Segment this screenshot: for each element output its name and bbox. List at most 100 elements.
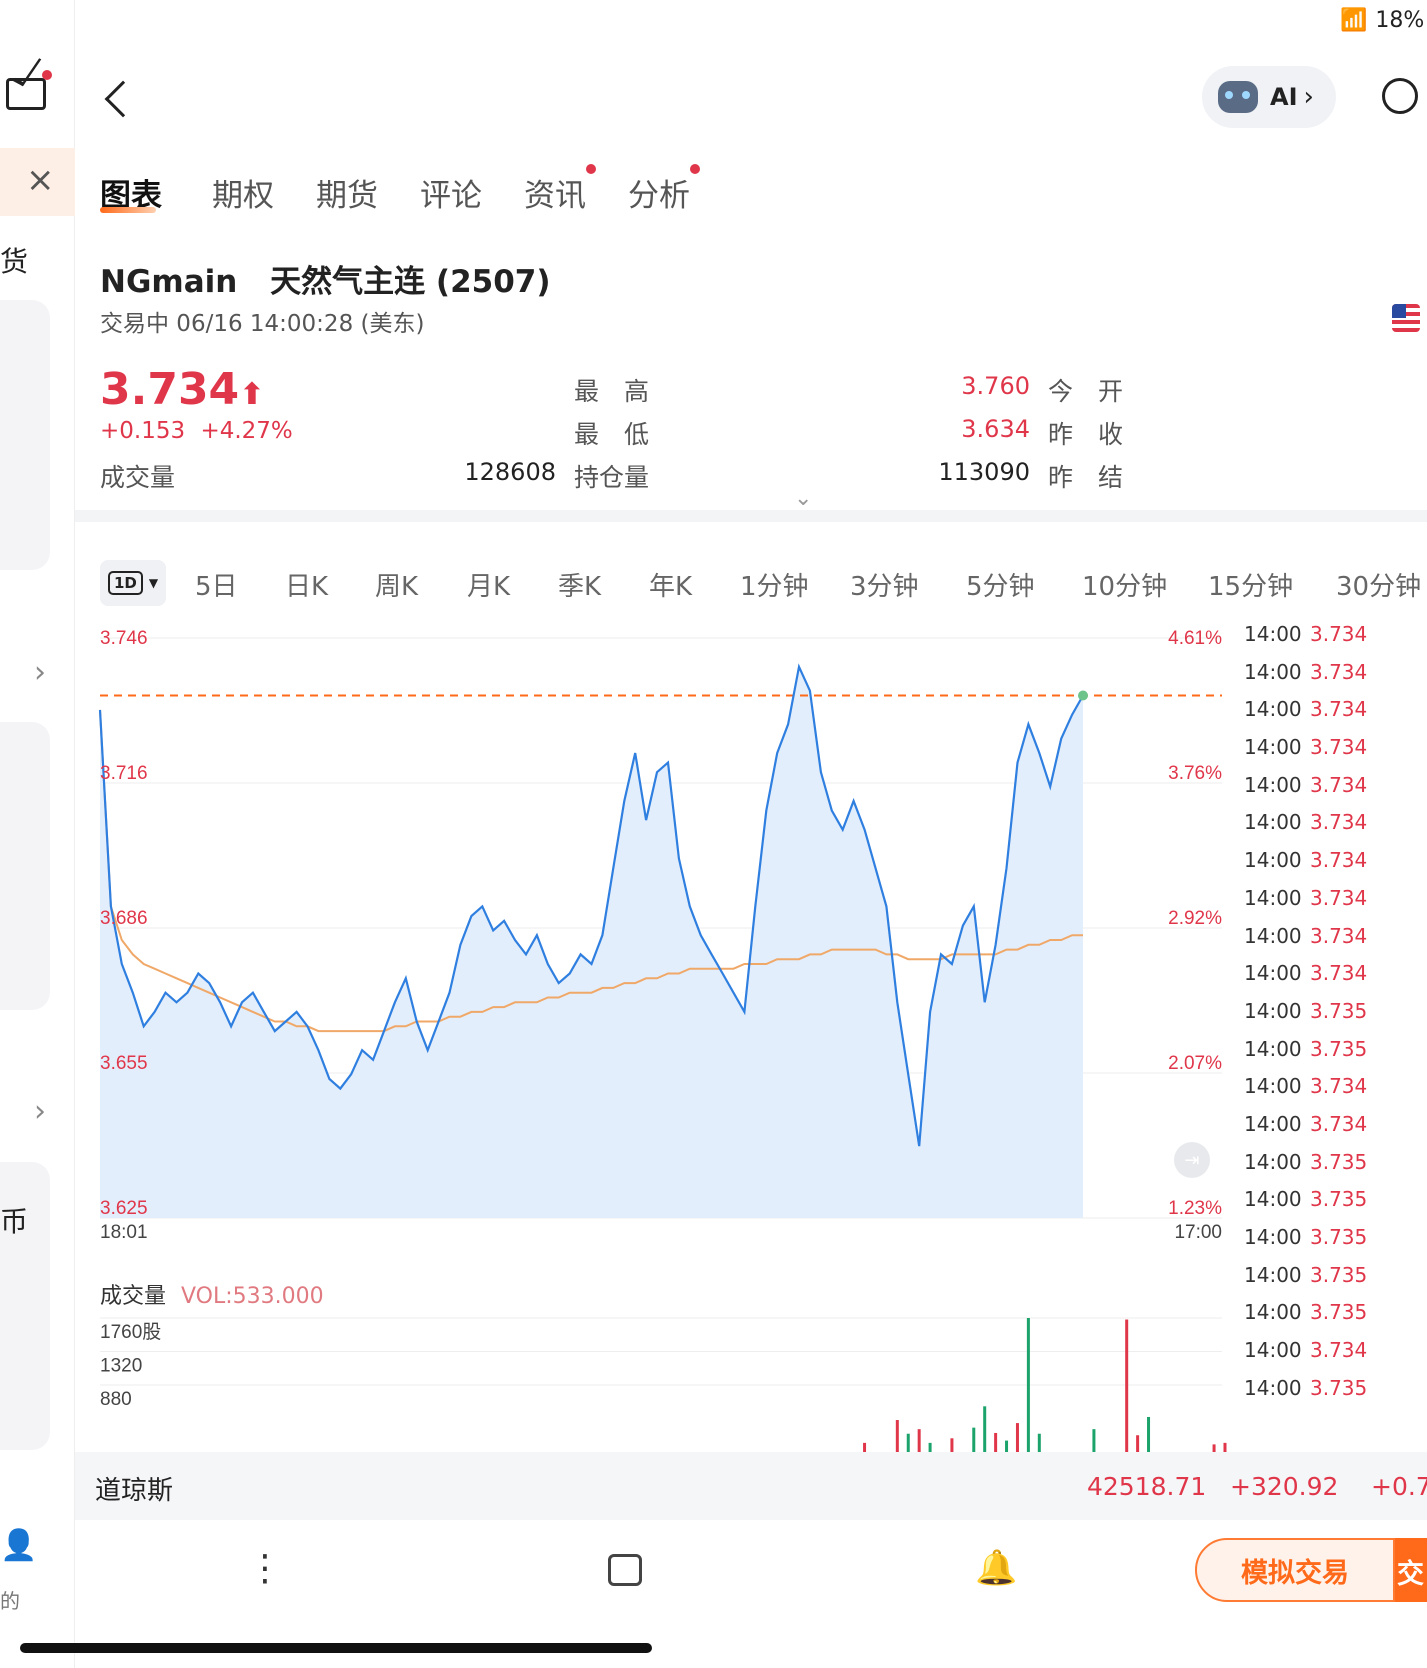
time-sales-price: 3.735 xyxy=(1310,1262,1368,1287)
period-quarter[interactable]: 季K xyxy=(558,566,601,603)
y-tick-left: 3.686 xyxy=(100,908,148,929)
jump-latest-button[interactable]: ⇥ xyxy=(1174,1142,1210,1178)
tab-comments[interactable]: 评论 xyxy=(420,170,482,215)
back-icon[interactable] xyxy=(104,80,142,118)
low-value: 3.634 xyxy=(961,415,1030,443)
volume-panel-vol: VOL:533.000 xyxy=(181,1284,324,1309)
trade-button[interactable]: 交 xyxy=(1395,1538,1427,1602)
time-sales-price: 3.734 xyxy=(1310,735,1368,760)
time-sales-time: 14:00 xyxy=(1244,1225,1302,1249)
period-week[interactable]: 周K xyxy=(375,566,418,603)
time-sales-time: 14:00 xyxy=(1244,923,1302,948)
time-sales-time: 14:00 xyxy=(1244,1338,1302,1363)
time-sales-price: 3.734 xyxy=(1310,923,1368,948)
volume-chart[interactable]: 1760股 1320 880 xyxy=(0,1310,1240,1452)
tab-options[interactable]: 期权 xyxy=(212,170,274,215)
time-sales-time: 14:00 xyxy=(1244,1149,1302,1174)
time-sales-row: 14:00 3.734 xyxy=(1244,773,1424,811)
time-sales-row: 14:00 3.735 xyxy=(1244,999,1424,1037)
analysis-dot xyxy=(690,164,700,174)
period-selector[interactable]: 1D ▼ xyxy=(100,560,166,606)
time-sales-row: 14:00 3.735 xyxy=(1244,1376,1424,1414)
time-sales-time: 14:00 xyxy=(1244,622,1302,646)
bell-icon[interactable]: 🔔 xyxy=(975,1548,1017,1588)
tab-news[interactable]: 资讯 xyxy=(524,170,586,215)
oi-label: 持仓量 xyxy=(574,463,650,492)
paper-trade-button[interactable]: 模拟交易 xyxy=(1195,1538,1395,1602)
y-tick-right: 2.07% xyxy=(1168,1053,1222,1074)
time-sales-list[interactable]: 14:00 3.734 14:00 3.734 14:00 3.734 14:00 3.734… xyxy=(1244,622,1424,1452)
volume-bar xyxy=(1092,1429,1096,1452)
time-sales-time: 14:00 xyxy=(1244,998,1302,1023)
mail-icon[interactable] xyxy=(6,54,46,110)
index-change: +320.92 xyxy=(1230,1472,1339,1501)
time-sales-time: 14:00 xyxy=(1244,1187,1302,1212)
time-sales-row: 14:00 3.734 xyxy=(1244,848,1424,886)
ai-button[interactable]: AI › xyxy=(1202,66,1336,128)
time-sales-row: 14:00 3.735 xyxy=(1244,1150,1424,1188)
period-10min[interactable]: 10分钟 xyxy=(1082,566,1167,603)
time-sales-row: 14:00 3.735 xyxy=(1244,1225,1424,1263)
expand-chevron-icon[interactable]: ⌄ xyxy=(794,486,812,511)
volume-bar xyxy=(863,1442,867,1452)
volume-panel-header: 成交量 VOL:533.000 xyxy=(100,1278,324,1310)
time-sales-price: 3.734 xyxy=(1310,961,1368,986)
close-panel[interactable]: × xyxy=(0,148,75,216)
y-tick-left: 3.655 xyxy=(100,1053,148,1074)
period-30min[interactable]: 30分钟 xyxy=(1336,566,1421,603)
volume-tick: 880 xyxy=(100,1389,132,1410)
time-sales-price: 3.734 xyxy=(1310,810,1368,835)
price-change: +0.153 +4.27% xyxy=(100,418,293,444)
period-month[interactable]: 月K xyxy=(467,566,510,603)
index-ticker-bar[interactable]: 道琼斯 42518.71 +320.92 +0.7 xyxy=(75,1452,1427,1520)
share-icon[interactable] xyxy=(608,1554,642,1586)
time-sales-time: 14:00 xyxy=(1244,1300,1302,1325)
time-sales-row: 14:00 3.735 xyxy=(1244,1037,1424,1075)
time-sales-price: 3.734 xyxy=(1310,772,1368,797)
high-label: 最 高 xyxy=(574,377,650,406)
time-sales-row: 14:00 3.734 xyxy=(1244,622,1424,660)
volume-value: 128608 xyxy=(464,458,556,486)
time-sales-price: 3.735 xyxy=(1310,1149,1368,1174)
change-value: +0.153 xyxy=(100,418,186,444)
us-flag-icon xyxy=(1392,304,1420,332)
volume-bar xyxy=(1223,1442,1227,1452)
volume-bar xyxy=(1136,1435,1140,1452)
time-sales-row: 14:00 3.735 xyxy=(1244,1187,1424,1225)
price-value: 3.734 xyxy=(100,364,240,415)
period-15min[interactable]: 15分钟 xyxy=(1208,566,1293,603)
period-day[interactable]: 日K xyxy=(285,566,328,603)
search-icon[interactable] xyxy=(1382,78,1418,114)
time-sales-row: 14:00 3.734 xyxy=(1244,810,1424,848)
x-tick: 18:01 xyxy=(100,1222,148,1240)
price-chart[interactable]: 3.746 3.716 3.686 3.655 3.625 4.61% 3.76% 2.92%… xyxy=(0,620,1240,1240)
trade-label: 交 xyxy=(1397,1559,1424,1590)
time-sales-price: 3.735 xyxy=(1310,1187,1368,1212)
volume-bar xyxy=(1212,1444,1216,1452)
time-sales-row: 14:00 3.734 xyxy=(1244,1112,1424,1150)
time-sales-price: 3.734 xyxy=(1310,659,1368,684)
rail-card-1[interactable] xyxy=(0,300,50,570)
volume-bar xyxy=(994,1432,998,1452)
more-icon[interactable]: ⋮ xyxy=(247,1548,283,1589)
period-year[interactable]: 年K xyxy=(649,566,692,603)
period-1min[interactable]: 1分钟 xyxy=(740,566,809,603)
close-icon[interactable]: × xyxy=(26,160,55,200)
period-5d[interactable]: 5日 xyxy=(195,566,238,603)
time-sales-price: 3.734 xyxy=(1310,697,1368,722)
period-3min[interactable]: 3分钟 xyxy=(850,566,919,603)
tab-futures[interactable]: 期货 xyxy=(316,170,378,215)
instrument-name: 天然气主连 (2507) xyxy=(270,264,551,300)
back-button[interactable] xyxy=(100,78,142,118)
volume-bar xyxy=(906,1433,910,1452)
volume-bar xyxy=(895,1420,899,1452)
period-5min[interactable]: 5分钟 xyxy=(966,566,1035,603)
volume-bar xyxy=(1005,1440,1009,1452)
volume-bar xyxy=(928,1442,932,1452)
volume-bar xyxy=(1015,1423,1019,1452)
tab-analysis[interactable]: 分析 xyxy=(628,170,690,215)
y-tick-left: 3.716 xyxy=(100,763,148,784)
user-icon[interactable]: 👤 xyxy=(0,1528,37,1563)
price-area xyxy=(100,666,1083,1218)
volume-bar xyxy=(983,1406,987,1452)
